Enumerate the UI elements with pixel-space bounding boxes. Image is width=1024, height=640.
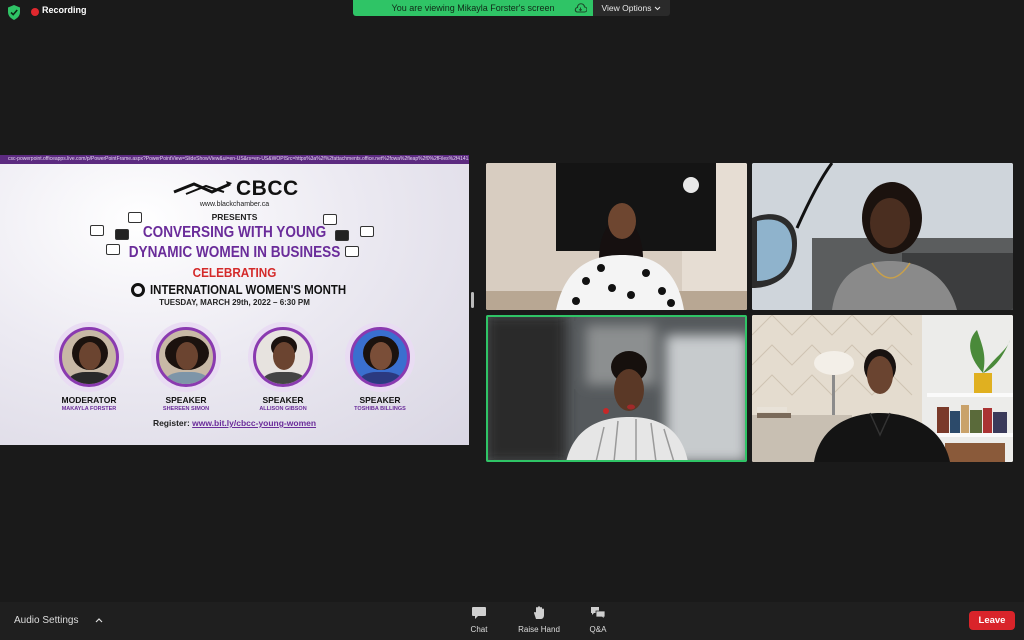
leave-button[interactable]: Leave (969, 611, 1015, 630)
moderator-card: MODERATOR MAKAYLA FORSTER (44, 322, 134, 412)
chat-icon (472, 607, 486, 619)
chat-button[interactable]: Chat (466, 606, 492, 634)
video-tile-participant-4[interactable] (752, 315, 1013, 462)
chat-label: Chat (470, 625, 488, 634)
chevron-down-icon (655, 6, 661, 10)
audio-settings-button[interactable]: Audio Settings (14, 615, 79, 626)
person-role: MODERATOR (61, 395, 117, 405)
person-name: MAKAYLA FORSTER (61, 406, 117, 412)
viewing-text: You are viewing Mikayla Forster's screen (391, 3, 555, 13)
person-name: TOSHIBA BILLINGS (354, 406, 406, 412)
participant-video (486, 163, 747, 310)
raise-hand-icon (534, 606, 544, 619)
video-tile-participant-2[interactable] (752, 163, 1013, 310)
speaker-photo (350, 327, 410, 387)
chat-bubble-icon (128, 212, 142, 223)
participant-video (752, 163, 1013, 310)
org-website: www.blackchamber.ca (199, 201, 270, 208)
qa-icon (591, 607, 606, 620)
video-tile-active-speaker[interactable] (486, 315, 747, 462)
recording-dot-icon (31, 8, 39, 16)
moderator-photo (59, 327, 119, 387)
person-role: SPEAKER (165, 395, 207, 405)
speaker-card: SPEAKER SHEREEN SIMON (141, 322, 231, 412)
person-name: SHEREEN SIMON (162, 406, 210, 412)
view-options-button[interactable]: View Options (593, 0, 670, 16)
event-title-line2: DYNAMIC WOMEN IN BUSINESS (128, 244, 341, 261)
view-options-label: View Options (601, 3, 652, 13)
speaker-photo (253, 327, 313, 387)
viewing-screen-banner: You are viewing Mikayla Forster's screen (353, 0, 593, 16)
audio-settings-caret-icon[interactable] (95, 615, 103, 625)
person-name: ALLISON GIBSON (259, 406, 307, 412)
event-date: TUESDAY, MARCH 29th, 2022 – 6:30 PM (159, 298, 310, 307)
participant-video (752, 315, 1013, 462)
presents-label: PRESENTS (211, 212, 258, 222)
celebrating-label: CELEBRATING (192, 265, 277, 280)
speaker-card: SPEAKER TOSHIBA BILLINGS (335, 322, 425, 412)
raise-hand-button[interactable]: Raise Hand (512, 606, 566, 634)
cloud-sync-icon[interactable] (574, 3, 587, 13)
qa-label: Q&A (589, 625, 607, 634)
person-role: SPEAKER (359, 395, 401, 405)
person-role: SPEAKER (262, 395, 304, 405)
shield-icon (8, 5, 20, 20)
shared-url-bar: csc-powerpoint.officeapps.live.com/p/Pow… (0, 155, 469, 164)
register-line: Register: www.bit.ly/cbcc-young-women (0, 418, 469, 428)
event-title-line1: CONVERSING WITH YOUNG (142, 224, 327, 241)
qa-button[interactable]: Q&A (586, 606, 610, 634)
speaker-photo (156, 327, 216, 387)
recording-label: Recording (42, 5, 87, 15)
org-name: CBCC (236, 177, 299, 200)
register-label: Register: (152, 418, 190, 428)
cbcc-logo-icon (173, 181, 232, 195)
presentation-slide: CBCC www.blackchamber.ca PRESENTS CONVER… (0, 164, 469, 445)
event-name: INTERNATIONAL WOMEN'S MONTH (150, 282, 347, 297)
split-view-handle[interactable] (471, 292, 474, 308)
participant-video (486, 315, 747, 462)
womens-month-icon (131, 283, 145, 297)
raise-hand-label: Raise Hand (518, 625, 560, 634)
register-link[interactable]: www.bit.ly/cbcc-young-women (192, 418, 316, 428)
speaker-card: SPEAKER ALLISON GIBSON (238, 322, 328, 412)
shared-screen[interactable]: csc-powerpoint.officeapps.live.com/p/Pow… (0, 155, 469, 445)
video-tile-participant-1[interactable] (486, 163, 747, 310)
